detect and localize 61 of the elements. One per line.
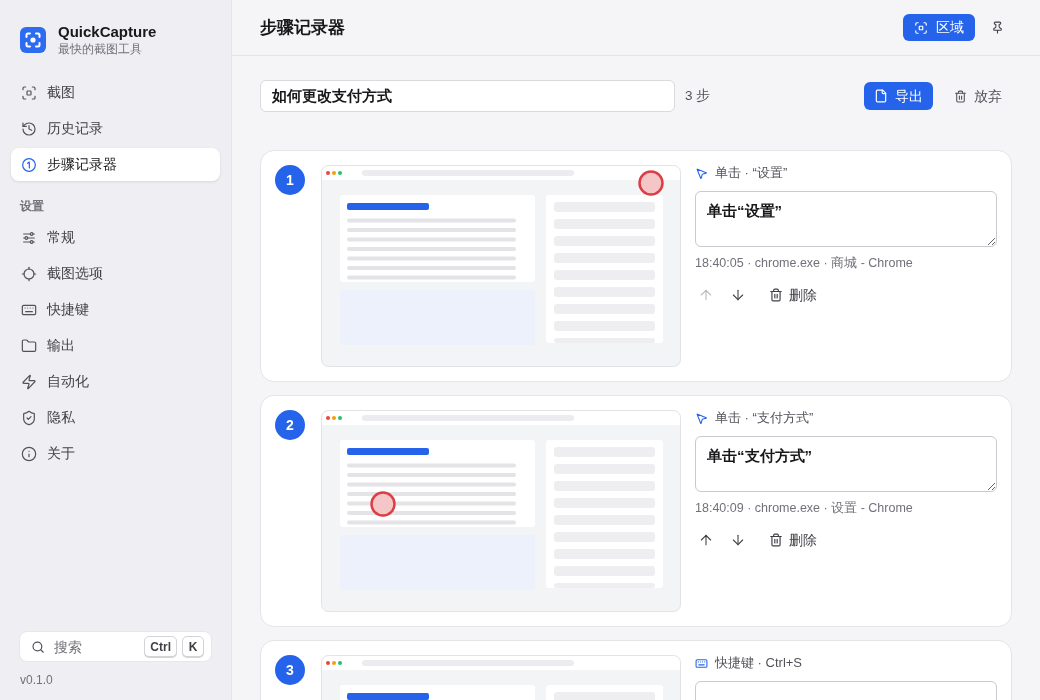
sidebar-item[interactable]: 快捷键 bbox=[11, 293, 220, 326]
up-arrow-icon bbox=[698, 287, 714, 303]
numbered-circle-icon bbox=[21, 156, 37, 173]
sidebar-item[interactable]: 历史记录 bbox=[11, 112, 220, 145]
focus-frame-icon bbox=[21, 84, 37, 101]
step-number-badge: 3 bbox=[275, 655, 305, 685]
sidebar-item[interactable]: 关于 bbox=[11, 437, 220, 470]
version-text: v0.1.0 bbox=[19, 673, 54, 687]
focus-frame-icon bbox=[914, 20, 928, 35]
sliders-icon bbox=[21, 229, 37, 246]
shortcut-key: K bbox=[182, 636, 204, 657]
region-capture-button[interactable]: 区域 bbox=[903, 14, 975, 41]
step-meta-text: 18:40:09 · chrome.exe · 设置 - Chrome bbox=[695, 500, 914, 516]
delete-button[interactable]: 删除 bbox=[759, 526, 827, 554]
guide-title-field[interactable]: 如何更改支付方式 bbox=[260, 80, 675, 112]
app-tagline: 最快的截图工具 bbox=[58, 42, 143, 56]
step-count: 3 步 bbox=[685, 86, 711, 105]
trash-icon bbox=[954, 89, 967, 103]
trash-icon bbox=[769, 533, 783, 547]
sidebar-item[interactable]: 截图 bbox=[11, 76, 220, 109]
click-marker-icon bbox=[370, 491, 396, 517]
shortcut-key: Ctrl bbox=[144, 636, 177, 657]
sidebar-item[interactable]: 步骤记录器 bbox=[11, 148, 220, 181]
section-heading: 设置 bbox=[18, 198, 45, 215]
discard-button[interactable]: 放弃 bbox=[944, 82, 1012, 110]
step-number-badge: 1 bbox=[275, 165, 305, 195]
page-title: 步骤记录器 bbox=[260, 16, 345, 39]
sidebar-item[interactable]: 常规 bbox=[11, 221, 220, 254]
cursor-arrow-icon bbox=[695, 411, 708, 425]
cursor-arrow-icon bbox=[695, 166, 708, 180]
keyboard-icon bbox=[695, 656, 708, 670]
app-logo-icon bbox=[20, 26, 46, 53]
folder-icon bbox=[21, 337, 37, 354]
down-arrow-icon bbox=[730, 532, 746, 548]
step-action-label: 快捷键 · Ctrl+S bbox=[715, 655, 803, 671]
trash-icon bbox=[769, 288, 783, 302]
down-arrow-icon bbox=[730, 287, 746, 303]
crosshair-icon bbox=[21, 265, 37, 282]
sidebar-item[interactable]: 输出 bbox=[11, 329, 220, 362]
lightning-icon bbox=[21, 373, 37, 390]
click-marker-icon bbox=[638, 170, 664, 196]
app-name: QuickCapture bbox=[58, 23, 157, 41]
info-icon bbox=[21, 445, 37, 462]
step-number-badge: 2 bbox=[275, 410, 305, 440]
step-description-field[interactable]: 单击“支付方式” bbox=[695, 436, 997, 492]
export-button[interactable]: 导出 bbox=[864, 82, 933, 110]
step-description-field[interactable]: 单击“设置” bbox=[695, 191, 997, 247]
sidebar-item[interactable]: 截图选项 bbox=[11, 257, 220, 290]
delete-button[interactable]: 删除 bbox=[759, 281, 827, 309]
step-action-label: 单击 · “支付方式” bbox=[715, 410, 814, 426]
history-icon bbox=[21, 120, 37, 137]
search-input[interactable]: 搜索 bbox=[54, 635, 136, 658]
sidebar-item[interactable]: 隐私 bbox=[11, 401, 220, 434]
sidebar-item[interactable]: 自动化 bbox=[11, 365, 220, 398]
pin-icon bbox=[990, 21, 1004, 34]
step-action-label: 单击 · “设置” bbox=[715, 165, 788, 181]
search-icon bbox=[31, 639, 45, 654]
step-meta-text: 18:40:05 · chrome.exe · 商城 - Chrome bbox=[695, 255, 914, 271]
search-field[interactable]: 搜索 Ctrl K bbox=[19, 631, 212, 662]
shield-check-icon bbox=[21, 409, 37, 426]
document-icon bbox=[874, 89, 888, 103]
